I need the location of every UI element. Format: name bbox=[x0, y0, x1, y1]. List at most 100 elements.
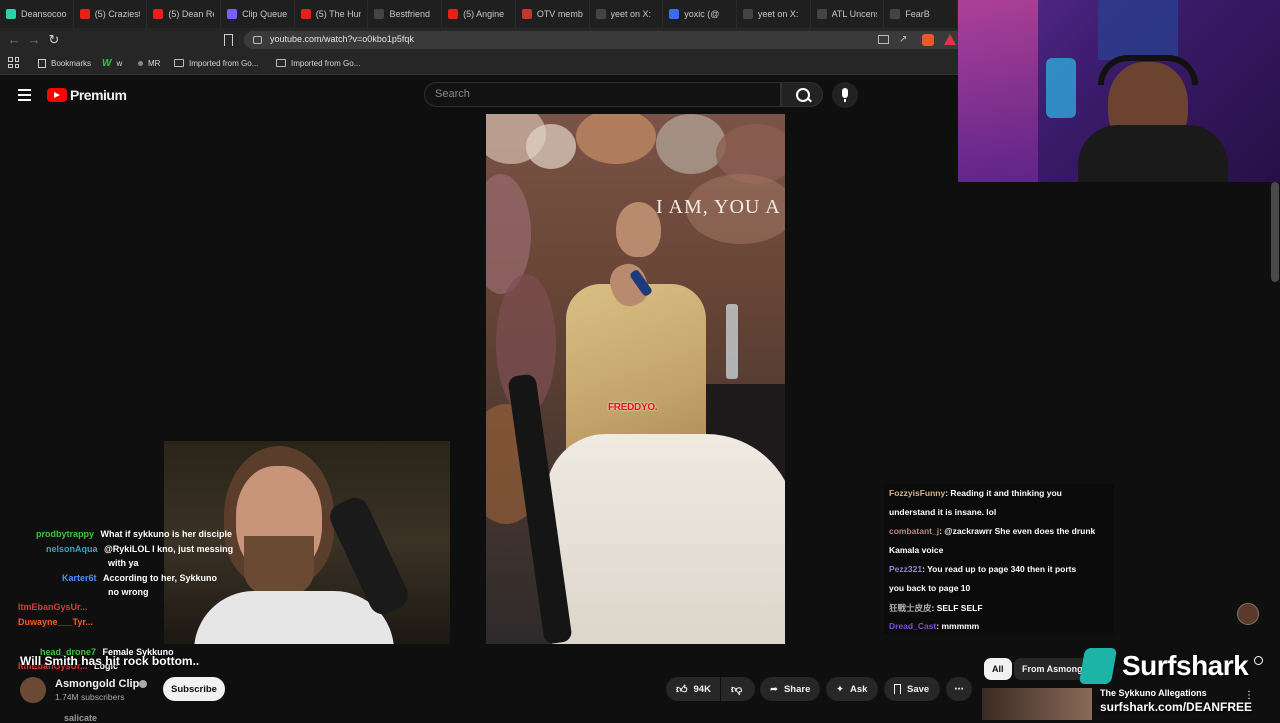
banner-text: I AM, YOU A bbox=[656, 196, 781, 218]
chat-message: What if sykkuno is her disciple bbox=[100, 529, 233, 539]
url-field[interactable]: youtube.com/watch?v=o0kbo1p5fqk ↗ bbox=[244, 31, 958, 49]
brave-shield-icon[interactable] bbox=[922, 34, 934, 46]
right-chat-line: combatant_j: @zackrawrr She even does th… bbox=[889, 526, 1096, 536]
dislike-button[interactable]: 👎︎ bbox=[721, 677, 755, 701]
browser-tab[interactable]: FearB bbox=[884, 0, 958, 28]
browser-tab[interactable]: (5) Craziest bbox=[74, 0, 148, 28]
bookmark-item-bookmarks[interactable]: Bookmarks bbox=[38, 56, 91, 70]
tab-label: FearB bbox=[905, 9, 930, 19]
tab-label: (5) The Hun bbox=[315, 9, 362, 19]
user-avatar[interactable] bbox=[1237, 603, 1259, 625]
chat-username: FozzyisFunny bbox=[889, 488, 946, 498]
flower-decoration bbox=[576, 114, 656, 164]
tab-favicon-icon bbox=[448, 9, 459, 19]
chat-message: mmmmm bbox=[941, 621, 980, 631]
folder-icon bbox=[276, 59, 286, 67]
browser-tab[interactable]: yeet on X: bbox=[737, 0, 811, 28]
channel-avatar[interactable] bbox=[20, 677, 46, 703]
address-bar: ← → ↻ youtube.com/watch?v=o0kbo1p5fqk ↗ bbox=[0, 28, 958, 52]
voice-search-button[interactable] bbox=[832, 82, 858, 108]
chat-message: @RykiLOL I kno, just messing bbox=[104, 544, 234, 554]
streamer-shirt bbox=[1078, 125, 1228, 182]
search-button[interactable] bbox=[781, 82, 823, 107]
chip-all[interactable]: All bbox=[984, 658, 1012, 680]
more-actions-button[interactable]: ⋯ bbox=[946, 677, 972, 701]
right-chat-line: 狂戰士皮皮: SELF SELF bbox=[889, 603, 983, 613]
chat-username: Pezz321 bbox=[889, 564, 923, 574]
like-button[interactable]: 👍︎ 94K bbox=[666, 677, 720, 701]
video-player[interactable]: I AM, YOU A FREDDYO. bbox=[486, 114, 785, 644]
save-button[interactable]: Save bbox=[884, 677, 940, 701]
sparkle-icon: ✦ bbox=[836, 683, 844, 695]
channel-name[interactable]: Asmongold Clips bbox=[55, 678, 145, 690]
tab-favicon-icon bbox=[816, 9, 827, 19]
next-video-more-icon[interactable]: ⋮ bbox=[1244, 690, 1254, 701]
search-icon-handle bbox=[807, 97, 812, 103]
browser-tab[interactable]: (5) The Hun bbox=[295, 0, 369, 28]
bookmarks-bar: Bookmarks W w MR Imported from Go... Imp… bbox=[0, 52, 958, 75]
share-button[interactable]: ➦ Share bbox=[760, 677, 820, 701]
youtube-logo-icon[interactable] bbox=[47, 88, 67, 102]
tab-label: (5) Dean Re bbox=[168, 9, 215, 19]
tab-label: (5) Craziest bbox=[94, 9, 141, 19]
wall-art bbox=[1098, 0, 1178, 60]
search-input[interactable]: Search bbox=[424, 82, 781, 107]
apps-grid-icon[interactable] bbox=[8, 57, 19, 68]
page-scrollbar[interactable] bbox=[1271, 182, 1279, 282]
browser-tab[interactable]: yoxic (@ bbox=[663, 0, 737, 28]
brave-rewards-icon[interactable] bbox=[944, 34, 956, 45]
site-info-icon[interactable] bbox=[253, 36, 262, 44]
thumbs-down-icon: 👎︎ bbox=[731, 683, 743, 696]
ask-button[interactable]: ✦ Ask bbox=[826, 677, 878, 701]
left-chat-line: no wrong bbox=[108, 587, 149, 597]
microphone-stand bbox=[844, 99, 846, 102]
tab-favicon-icon bbox=[595, 9, 606, 19]
microphone-icon bbox=[842, 88, 848, 98]
browser-tab[interactable]: (5) Dean Re bbox=[147, 0, 222, 28]
chat-message: SELF SELF bbox=[936, 603, 983, 613]
chat-message: You read up to page 340 then it ports bbox=[927, 564, 1077, 574]
chat-username: Karter6t bbox=[62, 573, 97, 583]
more-options-icon: ⋯ bbox=[954, 683, 964, 695]
freddyo-watermark: FREDDYO. bbox=[608, 402, 658, 413]
bookmark-folder-imported-2[interactable]: Imported from Go... bbox=[276, 56, 360, 70]
youtube-header: Premium Search bbox=[0, 76, 958, 114]
tab-label: Bestfriend bbox=[389, 9, 430, 19]
browser-tab[interactable]: Bestfriend bbox=[368, 0, 443, 28]
url-text: youtube.com/watch?v=o0kbo1p5fqk bbox=[270, 34, 414, 44]
next-video-title[interactable]: The Sykkuno Allegations bbox=[1100, 688, 1207, 698]
menu-icon[interactable] bbox=[18, 89, 31, 101]
subscribe-button[interactable]: Subscribe bbox=[163, 677, 225, 701]
browser-tab[interactable]: (5) Angine bbox=[442, 0, 516, 28]
reload-icon[interactable]: ↻ bbox=[46, 32, 62, 48]
browser-tab[interactable]: ATL Uncens bbox=[811, 0, 885, 28]
tab-label: Clip Queue bbox=[242, 9, 288, 19]
tab-favicon-icon bbox=[669, 9, 680, 19]
streamer-webcam bbox=[958, 0, 1280, 182]
back-icon[interactable]: ← bbox=[6, 32, 22, 48]
right-chat-overlay: FozzyisFunny: Reading it and thinking yo… bbox=[884, 484, 1114, 634]
browser-tab-strip: Deansocool (5) Craziest (5) Dean Re Clip Qu… bbox=[0, 0, 958, 28]
chat-username: 狂戰士皮皮 bbox=[889, 603, 932, 613]
youtube-premium-wordmark[interactable]: Premium bbox=[70, 87, 127, 103]
share-page-icon[interactable]: ↗ bbox=[899, 34, 907, 45]
bookmark-star-icon[interactable] bbox=[224, 34, 233, 46]
ask-label: Ask bbox=[849, 683, 868, 695]
bookmark-item-mr[interactable]: MR bbox=[138, 56, 160, 70]
right-chat-line: Dread_Cast: mmmmm bbox=[889, 621, 980, 631]
bookmark-folder-imported-1[interactable]: Imported from Go... bbox=[174, 56, 258, 70]
browser-tab[interactable]: yeet on X: bbox=[590, 0, 664, 28]
browser-tab[interactable]: Deansocool bbox=[0, 0, 74, 28]
next-video-thumbnail[interactable] bbox=[982, 688, 1092, 720]
tab-favicon-icon bbox=[153, 9, 164, 19]
bookmark-item-w[interactable]: W w bbox=[102, 56, 122, 70]
cast-icon[interactable] bbox=[878, 35, 889, 44]
folder-icon bbox=[174, 59, 184, 67]
bookmarks-icon bbox=[38, 58, 46, 68]
browser-tab[interactable]: OTV memb bbox=[516, 0, 590, 28]
browser-tab[interactable]: Clip Queue bbox=[221, 0, 295, 28]
like-count: 94K bbox=[693, 683, 711, 695]
mr-icon bbox=[138, 60, 143, 66]
tab-label: yeet on X: bbox=[757, 9, 799, 19]
forward-icon[interactable]: → bbox=[26, 32, 42, 48]
